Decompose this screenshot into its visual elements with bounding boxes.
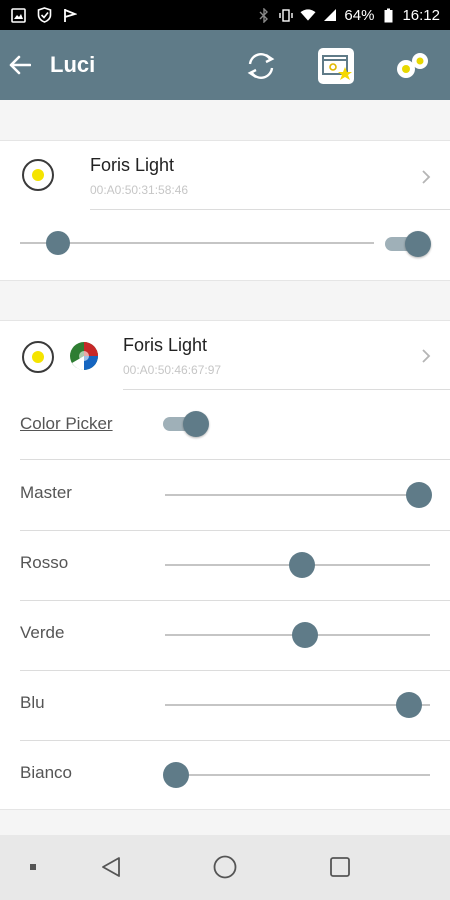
channel-slider-thumb[interactable] — [396, 692, 423, 718]
channel-slider-track[interactable] — [165, 774, 430, 776]
color-picker-toggle[interactable] — [163, 409, 209, 439]
channel-slider-thumb[interactable] — [289, 552, 316, 578]
toggle-knob — [183, 411, 209, 437]
channel-label: Master — [20, 483, 72, 502]
chevron-right-icon[interactable] — [418, 169, 434, 185]
clock: 16:12 — [402, 6, 440, 24]
power-toggle[interactable] — [385, 229, 431, 259]
divider — [20, 459, 450, 460]
brightness-slider-thumb[interactable] — [46, 231, 71, 255]
app-bar-actions — [0, 30, 450, 100]
channel-label: Bianco — [20, 763, 72, 782]
channel-slider-thumb[interactable] — [406, 482, 432, 508]
channel-slider-thumb[interactable] — [291, 622, 318, 648]
device-name[interactable]: Foris Light — [90, 155, 174, 176]
divider — [20, 530, 450, 531]
status-bar: 64% 16:12 — [0, 0, 450, 30]
screen: 64% 16:12 Luci Foris Light 00:A0:50:31:5… — [0, 0, 450, 900]
recents-square-icon[interactable] — [325, 852, 355, 882]
channel-slider-track[interactable] — [165, 494, 430, 496]
shield-icon — [36, 7, 52, 23]
device-mac: 00:A0:50:31:58:46 — [90, 183, 189, 197]
color-wheel-icon — [67, 339, 101, 373]
refresh-icon[interactable] — [242, 47, 280, 85]
brightness-slider-track[interactable] — [20, 242, 374, 244]
home-circle-icon[interactable] — [210, 852, 240, 882]
color-picker-label[interactable]: Color Picker — [20, 414, 113, 434]
image-icon — [10, 7, 26, 23]
flag-icon — [62, 7, 78, 23]
channel-label: Blu — [20, 693, 45, 712]
channel-label: Verde — [20, 623, 65, 642]
device-card: Foris Light 00:A0:50:31:58:46 — [0, 140, 450, 281]
battery-percent: 64% — [344, 6, 375, 24]
app-bar: Luci — [0, 30, 450, 100]
scene-favorite-icon[interactable] — [317, 47, 355, 85]
bubbles-icon[interactable] — [394, 47, 432, 85]
channel-slider-thumb[interactable] — [163, 762, 189, 788]
divider — [20, 670, 450, 671]
chevron-right-icon[interactable] — [418, 348, 434, 364]
wifi-icon — [300, 7, 316, 23]
light-bulb-indicator-icon[interactable] — [22, 341, 54, 373]
divider — [90, 209, 450, 210]
light-bulb-indicator-icon[interactable] — [22, 159, 54, 191]
divider — [123, 389, 450, 390]
square-dot-icon[interactable] — [18, 852, 48, 882]
device-card: Foris Light 00:A0:50:46:67:97 Color Pick… — [0, 320, 450, 810]
back-triangle-icon[interactable] — [96, 852, 126, 882]
battery-icon — [380, 7, 396, 23]
vibrate-icon — [278, 7, 294, 23]
signal-icon — [322, 7, 338, 23]
bluetooth-icon — [256, 7, 272, 23]
channel-label: Rosso — [20, 553, 69, 572]
channel-slider-track[interactable] — [165, 704, 430, 706]
navigation-bar — [0, 835, 450, 900]
toggle-knob — [405, 231, 431, 257]
device-mac: 00:A0:50:46:67:97 — [123, 363, 222, 377]
device-name[interactable]: Foris Light — [123, 335, 207, 356]
divider — [20, 740, 450, 741]
divider — [20, 600, 450, 601]
light-list: Foris Light 00:A0:50:31:58:46 Foris Ligh… — [0, 100, 450, 835]
